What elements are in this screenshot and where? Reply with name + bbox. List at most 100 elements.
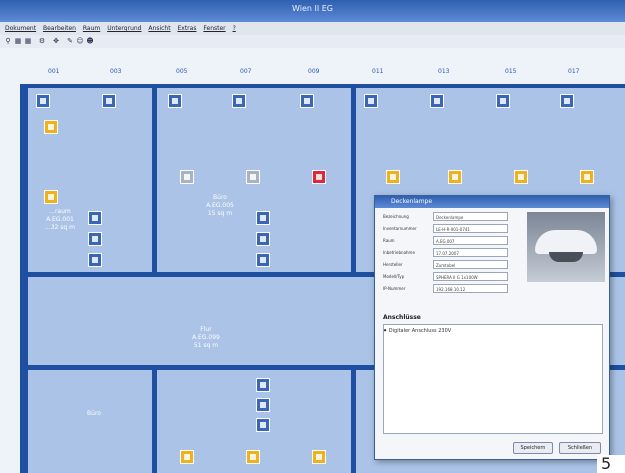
field-inbetriebnahme: Inbetriebnahme 17.07.2007: [383, 248, 509, 258]
field-value[interactable]: Zumtobel: [433, 260, 508, 269]
field-value[interactable]: Deckenlampe: [433, 212, 508, 221]
room-name: ...raum: [49, 208, 71, 215]
field-value[interactable]: LE-H-R-001-0741: [433, 224, 508, 233]
lamp-selected-icon[interactable]: [312, 170, 326, 184]
wall: [152, 84, 157, 276]
page-number: 5: [597, 455, 625, 473]
menu-dokument[interactable]: Dokument: [5, 22, 36, 35]
properties-dialog: Deckenlampe Bezeichnung Deckenlampe Inve…: [374, 195, 610, 460]
socket-icon[interactable]: [256, 253, 270, 267]
field-label: Raum: [383, 238, 395, 243]
sensor-icon[interactable]: [102, 94, 116, 108]
connection-item[interactable]: ⚫ Digitaler Anschluss 230V: [383, 328, 451, 334]
pan-icon[interactable]: ✥: [52, 37, 60, 45]
lamp-icon[interactable]: [312, 450, 326, 464]
sensor-icon[interactable]: [430, 94, 444, 108]
room-number: 001: [48, 68, 60, 75]
socket-icon[interactable]: [88, 253, 102, 267]
lamp-icon[interactable]: [180, 450, 194, 464]
grid-alt-icon[interactable]: ▦: [24, 37, 32, 45]
wall: [152, 368, 157, 473]
menu-ansicht[interactable]: Ansicht: [148, 22, 170, 35]
field-label: Inventarnummer: [383, 226, 417, 231]
sensor-icon[interactable]: [364, 94, 378, 108]
menu-fenster[interactable]: Fenster: [203, 22, 225, 35]
person-icon[interactable]: ☺: [76, 37, 84, 45]
wall: [20, 84, 28, 473]
room-id: A.EG.099: [192, 334, 220, 341]
room-label-buro-bottom: Büro: [64, 410, 124, 418]
lamp-icon[interactable]: [246, 450, 260, 464]
lamp-icon[interactable]: [180, 170, 194, 184]
sensor-icon[interactable]: [560, 94, 574, 108]
room-label-left: ...raum A.EG.001 ...32 sq m: [30, 208, 90, 232]
lamp-icon[interactable]: [580, 170, 594, 184]
menu-untergrund[interactable]: Untergrund: [107, 22, 141, 35]
socket-icon[interactable]: [256, 418, 270, 432]
wall: [351, 368, 356, 473]
room-number: 017: [568, 68, 580, 75]
lamp-icon[interactable]: [386, 170, 400, 184]
field-label: Bezeichnung: [383, 214, 409, 219]
connections-list[interactable]: [383, 324, 603, 434]
tool-icon[interactable]: ✎: [66, 37, 74, 45]
zoom-icon[interactable]: ⚲: [4, 37, 12, 45]
field-value[interactable]: A.EG.007: [433, 236, 508, 245]
switch-icon[interactable]: [88, 232, 102, 246]
switch-icon[interactable]: [256, 398, 270, 412]
field-value[interactable]: 17.07.2007: [433, 248, 508, 257]
field-value[interactable]: 192.168.10.12: [433, 284, 508, 293]
grid-icon[interactable]: ▦: [14, 37, 22, 45]
field-raum: Raum A.EG.007: [383, 236, 509, 246]
close-button[interactable]: Schließen: [559, 442, 601, 454]
room-name: Flur: [200, 326, 212, 333]
menu-bearbeiten[interactable]: Bearbeiten: [43, 22, 76, 35]
group-icon[interactable]: ☻: [86, 37, 94, 45]
field-modell: Modell/Typ SPHERA II G 1x100W: [383, 272, 509, 282]
lamp-icon[interactable]: [448, 170, 462, 184]
lamp-icon[interactable]: [44, 120, 58, 134]
field-value[interactable]: SPHERA II G 1x100W: [433, 272, 508, 281]
lamp-icon[interactable]: [44, 190, 58, 204]
room-area: ...32 sq m: [45, 224, 75, 231]
room-number: 011: [372, 68, 384, 75]
lamp-icon[interactable]: [246, 170, 260, 184]
switch-icon[interactable]: [256, 211, 270, 225]
sensor-icon[interactable]: [300, 94, 314, 108]
room-number: 007: [240, 68, 252, 75]
room-buro-bottom[interactable]: [26, 370, 152, 473]
lamp-photo: [527, 212, 605, 282]
field-bezeichnung: Bezeichnung Deckenlampe: [383, 212, 509, 222]
room-number: 013: [438, 68, 450, 75]
room-id: A.EG.005: [206, 202, 234, 209]
menu-bar: Dokument Bearbeiten Raum Untergrund Ansi…: [0, 22, 625, 35]
connection-label: Digitaler Anschluss 230V: [388, 328, 452, 334]
field-label: Inbetriebnahme: [383, 250, 415, 255]
sensor-icon[interactable]: [168, 94, 182, 108]
field-hersteller: Hersteller Zumtobel: [383, 260, 509, 270]
settings-icon[interactable]: ⚙: [38, 37, 46, 45]
room-number: 005: [176, 68, 188, 75]
field-ip: IP-Nummer 192.168.10.12: [383, 284, 509, 294]
save-button[interactable]: Speichern: [513, 442, 553, 454]
menu-extras[interactable]: Extras: [177, 22, 196, 35]
section-title: Anschlüsse: [383, 314, 421, 321]
field-label: Modell/Typ: [383, 274, 405, 279]
sensor-icon[interactable]: [36, 94, 50, 108]
dialog-title: Deckenlampe: [375, 196, 609, 208]
room-number: 003: [110, 68, 122, 75]
menu-raum[interactable]: Raum: [83, 22, 100, 35]
menu-help[interactable]: ?: [233, 22, 236, 35]
sensor-icon[interactable]: [232, 94, 246, 108]
lamp-icon[interactable]: [514, 170, 528, 184]
switch-icon[interactable]: [256, 232, 270, 246]
lamp-dome-shape: [535, 230, 597, 254]
sensor-icon[interactable]: [496, 94, 510, 108]
title-bar: Wien II EG: [0, 0, 625, 22]
room-number: 015: [505, 68, 517, 75]
wall: [26, 84, 625, 88]
switch-icon[interactable]: [256, 378, 270, 392]
room-name: Büro: [87, 410, 101, 417]
field-inventarnummer: Inventarnummer LE-H-R-001-0741: [383, 224, 509, 234]
switch-icon[interactable]: [88, 211, 102, 225]
